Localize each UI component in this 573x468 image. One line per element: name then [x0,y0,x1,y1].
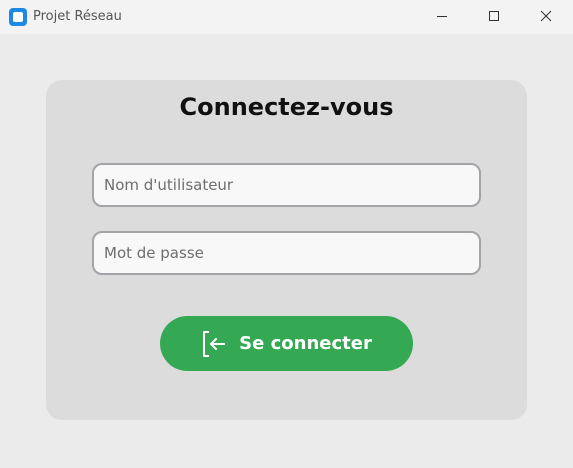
close-icon [540,10,552,22]
login-button[interactable]: Se connecter [160,316,413,371]
window-title: Projet Réseau [33,9,122,24]
minimize-button[interactable] [416,0,468,32]
password-input[interactable] [92,231,481,275]
login-arrow-icon [201,330,227,358]
minimize-icon [437,16,447,17]
title-bar[interactable]: Projet Réseau [0,0,573,34]
app-window: Projet Réseau Connectez-vous Nom d'utili… [0,0,573,468]
app-logo-icon [9,8,27,26]
login-heading: Connectez-vous [179,93,394,121]
maximize-button[interactable] [468,0,520,32]
maximize-icon [489,11,499,21]
close-button[interactable] [520,0,572,32]
login-button-label: Se connecter [239,333,372,354]
username-input[interactable] [92,163,481,207]
